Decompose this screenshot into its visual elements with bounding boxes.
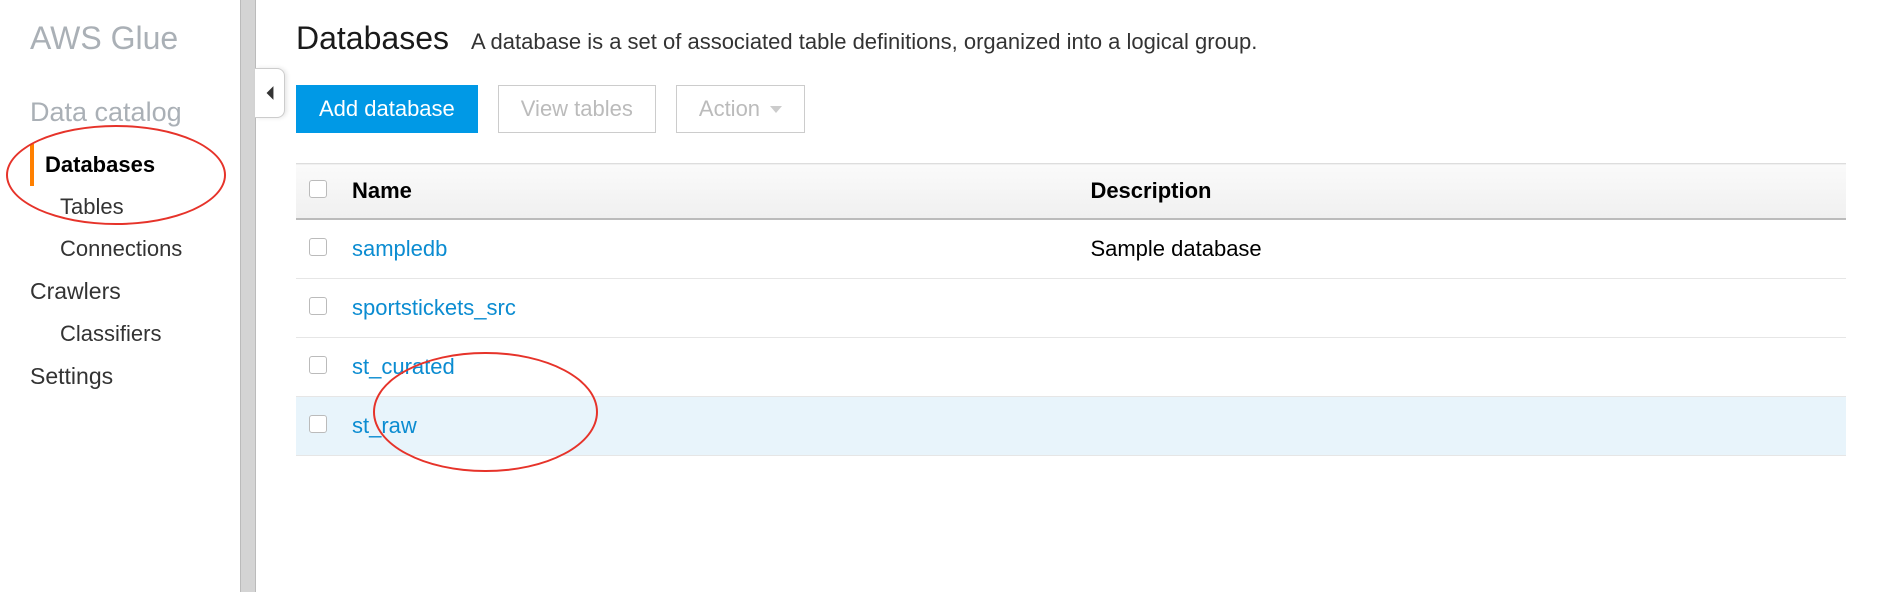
sidebar-item-databases[interactable]: Databases (30, 144, 210, 186)
row-description: Sample database (1078, 219, 1846, 279)
col-header-name[interactable]: Name (340, 164, 1078, 220)
row-checkbox[interactable] (309, 415, 327, 433)
database-link[interactable]: st_raw (352, 413, 417, 438)
sidebar-divider (240, 0, 256, 592)
select-all-checkbox[interactable] (309, 180, 327, 198)
action-label: Action (699, 96, 760, 122)
table-row[interactable]: st_curated (296, 338, 1846, 397)
page-title: Databases (296, 20, 449, 57)
sidebar-item-classifiers[interactable]: Classifiers (30, 313, 210, 355)
row-checkbox[interactable] (309, 356, 327, 374)
row-description (1078, 338, 1846, 397)
database-link[interactable]: sportstickets_src (352, 295, 516, 320)
nav-section-data-catalog[interactable]: Data catalog (30, 97, 210, 128)
database-link[interactable]: st_curated (352, 354, 455, 379)
database-link[interactable]: sampledb (352, 236, 447, 261)
row-description (1078, 397, 1846, 456)
col-header-description[interactable]: Description (1078, 164, 1846, 220)
databases-table: Name Description sampledb Sample database… (296, 163, 1846, 456)
row-checkbox[interactable] (309, 238, 327, 256)
table-row[interactable]: sportstickets_src (296, 279, 1846, 338)
table-row[interactable]: st_raw (296, 397, 1846, 456)
add-database-button[interactable]: Add database (296, 85, 478, 133)
view-tables-button[interactable]: View tables (498, 85, 656, 133)
toolbar: Add database View tables Action (296, 85, 1846, 133)
chevron-down-icon (770, 106, 782, 113)
sidebar-item-connections[interactable]: Connections (30, 228, 210, 270)
main-content: Databases A database is a set of associa… (256, 0, 1886, 592)
table-row[interactable]: sampledb Sample database (296, 219, 1846, 279)
action-dropdown-button[interactable]: Action (676, 85, 805, 133)
chevron-left-icon (264, 85, 276, 101)
row-checkbox[interactable] (309, 297, 327, 315)
sidebar-item-crawlers[interactable]: Crawlers (30, 270, 210, 313)
sidebar-item-settings[interactable]: Settings (30, 355, 210, 398)
app-title: AWS Glue (30, 20, 210, 57)
sidebar-item-tables[interactable]: Tables (30, 186, 210, 228)
collapse-sidebar-button[interactable] (255, 68, 285, 118)
row-description (1078, 279, 1846, 338)
page-description: A database is a set of associated table … (471, 29, 1257, 55)
sidebar: AWS Glue Data catalog Databases Tables C… (0, 0, 240, 592)
